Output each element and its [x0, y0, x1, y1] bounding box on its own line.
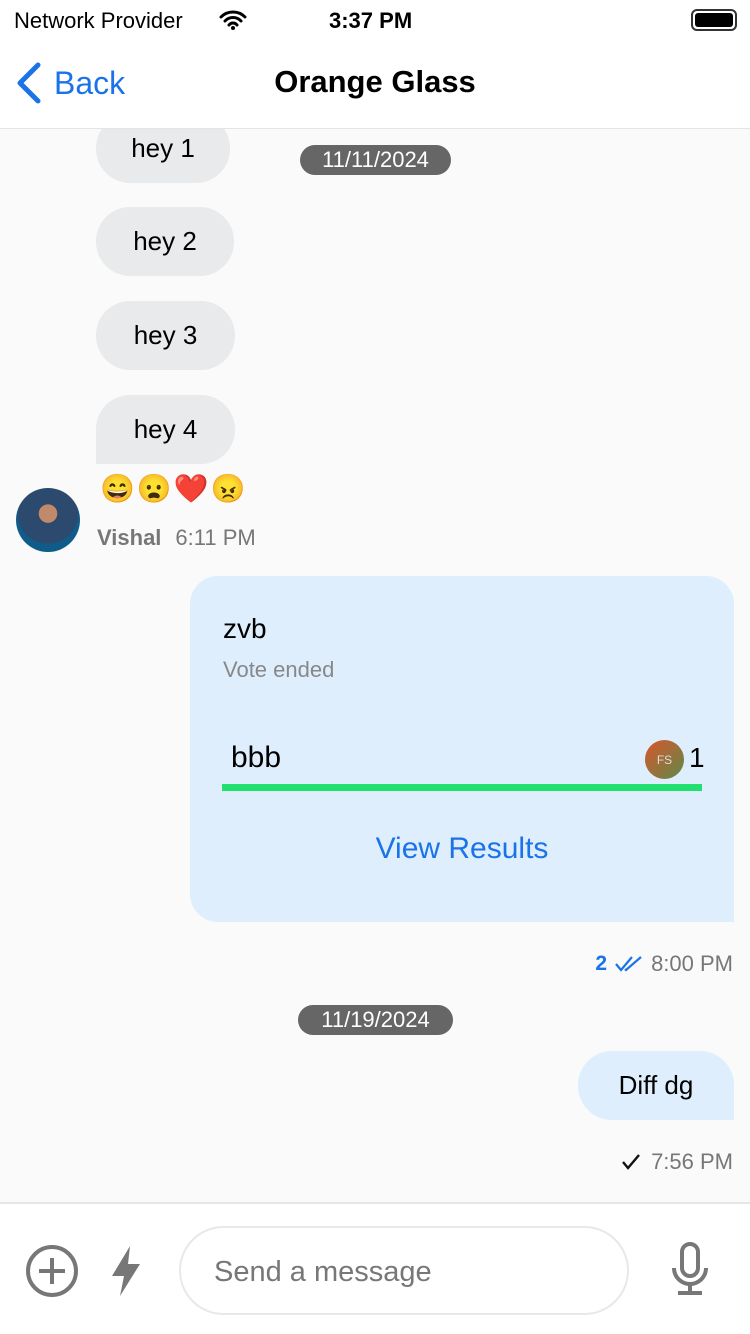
- poll-status: Vote ended: [223, 657, 335, 682]
- message-time: 8:00 PM: [651, 951, 733, 976]
- reaction-angry[interactable]: 😠: [211, 472, 246, 505]
- poll-progress-fill: [222, 784, 702, 791]
- battery-icon: [691, 9, 737, 31]
- avatar[interactable]: [16, 488, 80, 552]
- message-bubble[interactable]: hey 3: [96, 301, 235, 370]
- date-separator: 11/11/2024: [300, 145, 451, 175]
- message-bubble[interactable]: Diff dg: [578, 1051, 734, 1120]
- poll-vote-count: 1: [689, 742, 705, 773]
- poll-question: zvb: [223, 613, 267, 644]
- status-bar: Network Provider 3:37 PM: [0, 0, 750, 40]
- reactions[interactable]: 😄 😦 ❤️ 😠: [100, 472, 246, 505]
- microphone-icon[interactable]: [668, 1242, 712, 1296]
- lightning-icon[interactable]: [110, 1244, 142, 1298]
- composer: Send a message: [0, 1202, 750, 1334]
- read-count: 2: [595, 952, 608, 975]
- voter-avatar: FS: [645, 740, 684, 779]
- check-icon: [622, 1154, 640, 1170]
- message-time: 7:56 PM: [651, 1149, 733, 1174]
- message-bubble[interactable]: hey 4: [96, 395, 235, 464]
- poll-progress-track: [222, 784, 702, 791]
- wifi-icon: [219, 10, 247, 30]
- carrier: Network Provider: [14, 8, 183, 33]
- reaction-heart[interactable]: ❤️: [174, 472, 209, 505]
- clock: 3:37 PM: [329, 8, 413, 33]
- reaction-grin[interactable]: 😄: [100, 472, 135, 505]
- message-bubble[interactable]: hey 2: [96, 207, 234, 276]
- plus-circle-icon[interactable]: [25, 1244, 79, 1298]
- page-title: Orange Glass: [274, 64, 476, 99]
- poll-option-text: bbb: [231, 741, 282, 774]
- poll-bubble: zvb Vote ended bbb FS 1 View Results: [190, 576, 734, 922]
- message-input[interactable]: Send a message: [179, 1226, 629, 1315]
- message-time: 6:11 PM: [175, 525, 256, 550]
- nav-bar: Back Orange Glass: [0, 40, 750, 129]
- reaction-frown[interactable]: 😦: [137, 472, 172, 505]
- view-results-button[interactable]: View Results: [190, 832, 734, 866]
- date-separator: 11/19/2024: [298, 1005, 453, 1035]
- sender-name: Vishal: [97, 525, 162, 550]
- double-check-icon: [615, 956, 642, 972]
- poll-option[interactable]: bbb FS 1: [222, 736, 705, 796]
